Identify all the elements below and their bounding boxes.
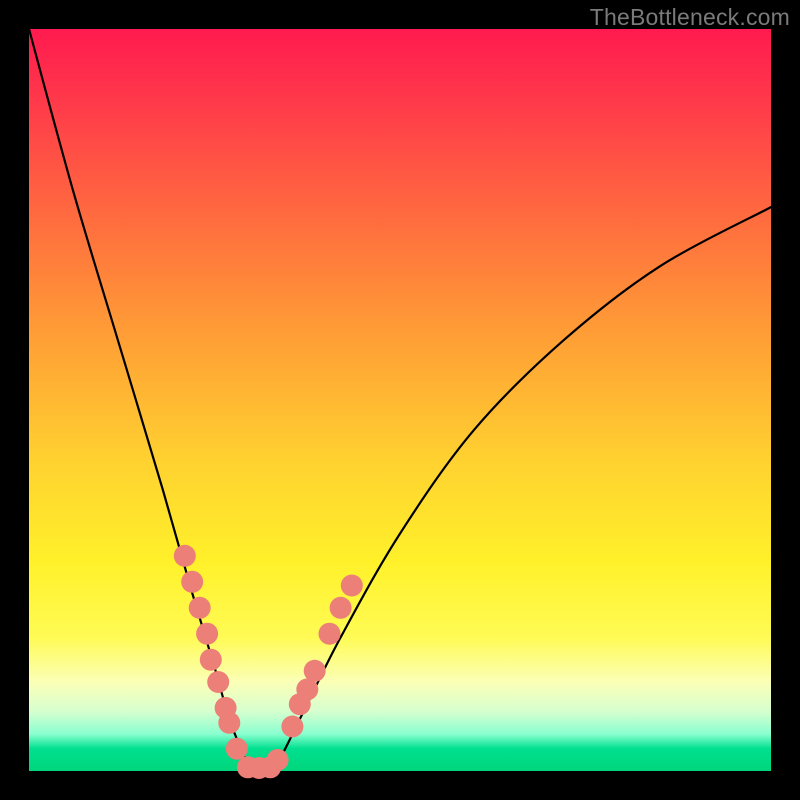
curve-marker [218, 712, 240, 734]
curve-marker [200, 649, 222, 671]
bottleneck-curve [29, 29, 771, 772]
curve-marker [174, 545, 196, 567]
curve-marker [181, 571, 203, 593]
watermark-text: TheBottleneck.com [590, 4, 790, 31]
curve-marker [267, 749, 289, 771]
curve-marker [341, 575, 363, 597]
curve-marker [189, 597, 211, 619]
plot-area [29, 29, 771, 771]
curve-marker [319, 623, 341, 645]
curve-marker [330, 597, 352, 619]
chart-svg [29, 29, 771, 771]
curve-marker [196, 623, 218, 645]
chart-stage: TheBottleneck.com [0, 0, 800, 800]
curve-marker [226, 738, 248, 760]
curve-markers [174, 545, 363, 779]
curve-marker [304, 660, 326, 682]
curve-marker [207, 671, 229, 693]
curve-marker [281, 716, 303, 738]
